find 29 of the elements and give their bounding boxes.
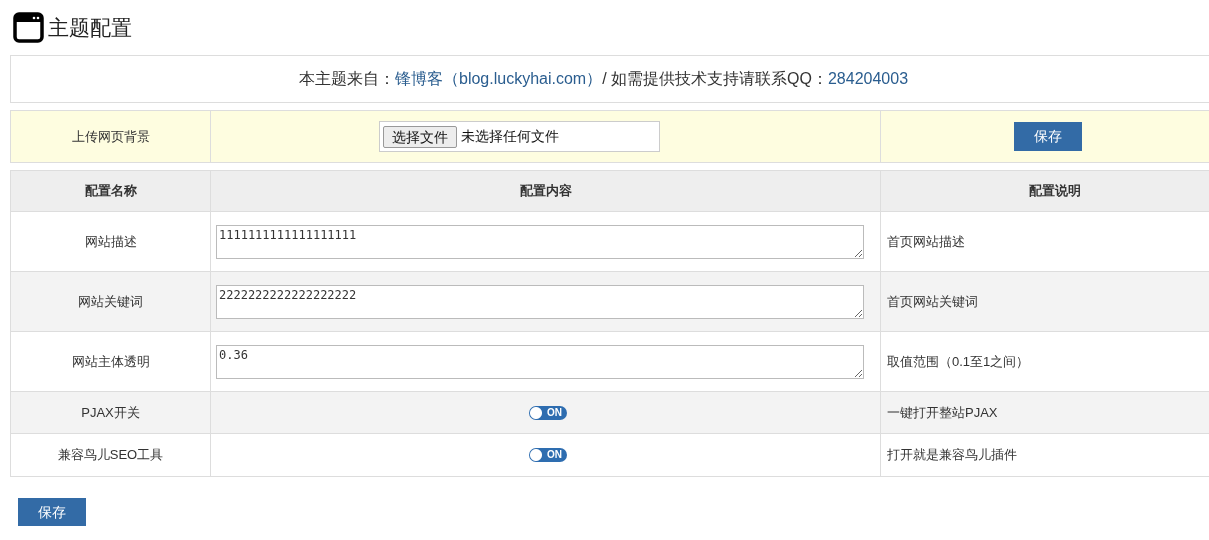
page-title: 主题配置 <box>48 14 132 41</box>
setting-description: 打开就是兼容鸟儿插件 <box>887 446 1017 465</box>
info-text: 本主题来自：锋博客（blog.luckyhai.com）/ 如需提供技术支持请联系QQ：284204003 <box>299 69 909 89</box>
setting-description: 取值范围（0.1至1之间） <box>887 352 1030 371</box>
text-field[interactable]: 0.36 <box>216 344 864 379</box>
save-button[interactable]: 保存 <box>18 498 86 526</box>
setting-description: 首页网站关键词 <box>887 292 978 311</box>
toggle-switch[interactable]: ON <box>529 405 567 420</box>
upload-label: 上传网页背景 <box>71 127 150 146</box>
setting-name: PJAX开关 <box>81 403 140 422</box>
link[interactable]: 锋博客（blog.luckyhai.com） <box>395 70 603 87</box>
toggle-switch[interactable]: ON <box>529 448 567 462</box>
setting-name: 网站主体透明 <box>71 352 150 371</box>
setting-name: 网站描述 <box>84 232 137 251</box>
column-header: 配置内容 <box>519 182 572 201</box>
window-icon <box>13 12 44 43</box>
setting-description: 一键打开整站PJAX <box>887 403 998 422</box>
choose-file-button[interactable]: 选择文件 <box>383 125 457 148</box>
setting-name: 兼容鸟儿SEO工具 <box>57 446 164 465</box>
link[interactable]: 284204003 <box>827 70 909 87</box>
file-status: 未选择任何文件 <box>461 127 559 146</box>
text-field[interactable]: 1111111111111111111 <box>216 224 864 259</box>
column-header: 配置名称 <box>84 182 137 201</box>
setting-name: 网站关键词 <box>78 292 143 311</box>
text-field[interactable]: 2222222222222222222 <box>216 284 864 319</box>
setting-description: 首页网站描述 <box>887 232 965 251</box>
save-button[interactable]: 保存 <box>1014 122 1082 151</box>
column-header: 配置说明 <box>1029 182 1081 201</box>
file-input[interactable]: 选择文件 未选择任何文件 <box>379 121 660 152</box>
